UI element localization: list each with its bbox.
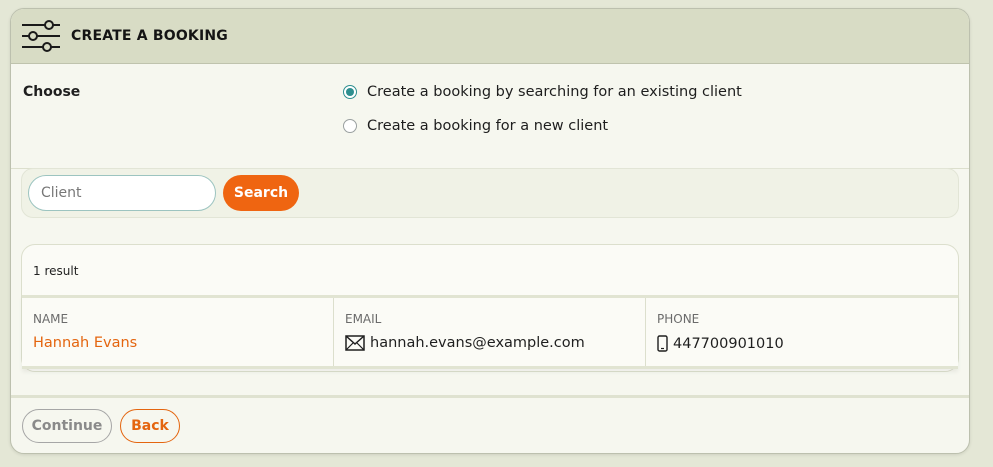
footer-actions: Continue Back xyxy=(11,395,969,453)
envelope-icon xyxy=(345,335,365,351)
client-name-link[interactable]: Hannah Evans xyxy=(33,335,137,351)
results-count: 1 result xyxy=(33,264,79,278)
table-row: NAME Hannah Evans EMAIL hannah.evans@exa… xyxy=(22,295,958,369)
client-phone: 447700901010 xyxy=(673,335,784,352)
radio-label-existing-client: Create a booking by searching for an exi… xyxy=(367,84,742,100)
column-header-email: EMAIL xyxy=(345,312,382,326)
search-button[interactable]: Search xyxy=(223,175,299,211)
client-search-input[interactable] xyxy=(28,175,216,211)
radio-button-unchecked[interactable] xyxy=(343,119,357,133)
results-card: 1 result NAME Hannah Evans EMAIL hannah.… xyxy=(21,244,959,372)
client-search-bar: Search xyxy=(21,168,959,218)
column-header-phone: PHONE xyxy=(657,312,700,326)
phone-cell: PHONE 447700901010 xyxy=(646,298,958,366)
email-cell: EMAIL hannah.evans@example.com xyxy=(334,298,646,366)
continue-button[interactable]: Continue xyxy=(22,409,112,443)
sliders-icon xyxy=(22,20,60,52)
mobile-phone-icon xyxy=(657,335,668,352)
radio-new-client[interactable]: Create a booking for a new client xyxy=(343,118,608,134)
create-booking-panel: CREATE A BOOKING Choose Create a booking… xyxy=(10,8,970,454)
panel-header: CREATE A BOOKING xyxy=(11,9,969,64)
radio-existing-client[interactable]: Create a booking by searching for an exi… xyxy=(343,84,742,100)
client-email: hannah.evans@example.com xyxy=(370,335,585,351)
choose-section: Choose Create a booking by searching for… xyxy=(11,64,969,169)
radio-button-checked[interactable] xyxy=(343,85,357,99)
page-title: CREATE A BOOKING xyxy=(71,28,229,44)
column-header-name: NAME xyxy=(33,312,69,326)
choose-label: Choose xyxy=(23,84,81,100)
back-button[interactable]: Back xyxy=(120,409,180,443)
name-cell: NAME Hannah Evans xyxy=(22,298,334,366)
radio-label-new-client: Create a booking for a new client xyxy=(367,118,609,134)
